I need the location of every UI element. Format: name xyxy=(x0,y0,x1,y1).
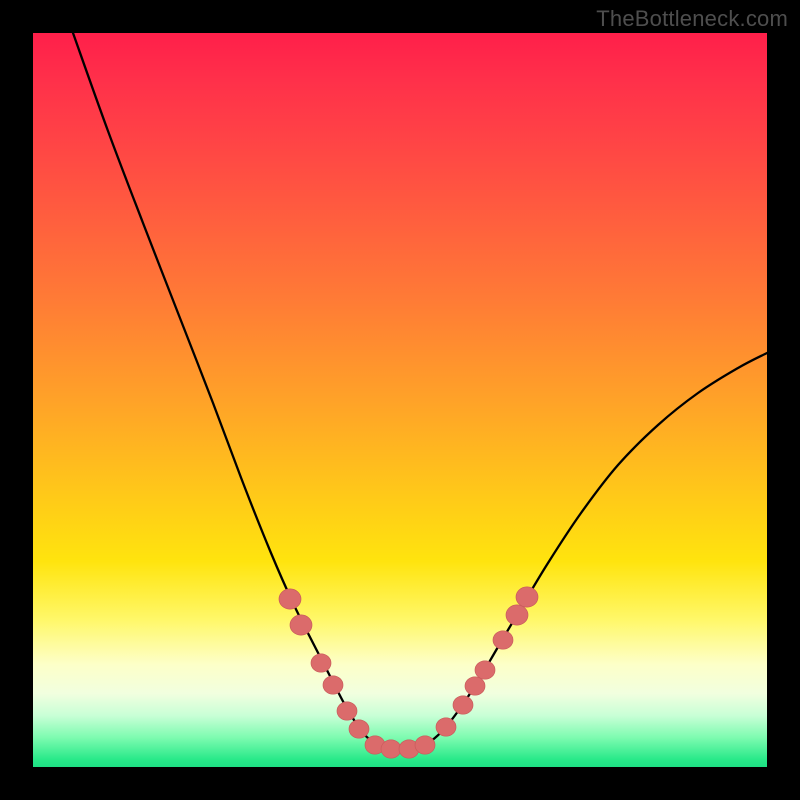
data-dot xyxy=(349,720,369,738)
data-dot xyxy=(323,676,343,694)
data-dot xyxy=(475,661,495,679)
data-dot xyxy=(279,589,301,609)
left-curve xyxy=(73,33,418,747)
data-dot xyxy=(516,587,538,607)
data-dot xyxy=(311,654,331,672)
plot-area xyxy=(33,33,767,767)
chart-svg xyxy=(33,33,767,767)
data-dot xyxy=(415,736,435,754)
data-dot xyxy=(290,615,312,635)
watermark-text: TheBottleneck.com xyxy=(596,6,788,32)
data-dot xyxy=(436,718,456,736)
data-dot xyxy=(453,696,473,714)
data-dot xyxy=(465,677,485,695)
data-dot xyxy=(506,605,528,625)
data-dot xyxy=(381,740,401,758)
chart-frame: TheBottleneck.com xyxy=(0,0,800,800)
data-dot xyxy=(493,631,513,649)
data-dot xyxy=(337,702,357,720)
data-dots xyxy=(279,587,538,758)
